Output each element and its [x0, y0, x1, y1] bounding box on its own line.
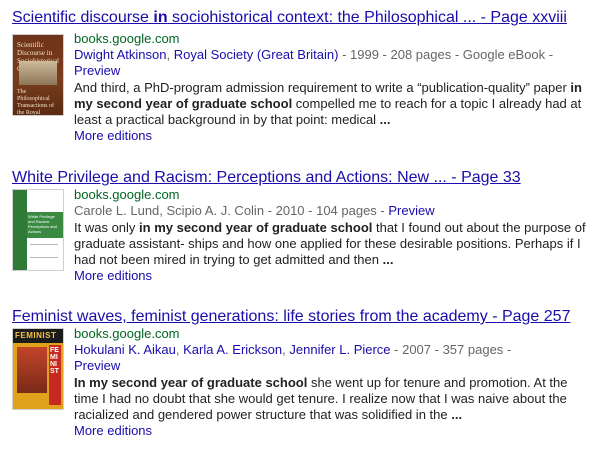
- author-link[interactable]: Karla A. Erickson: [183, 342, 282, 357]
- preview-link[interactable]: Preview: [74, 358, 120, 373]
- more-editions-link[interactable]: More editions: [74, 128, 590, 144]
- cover-image: [17, 347, 47, 393]
- more-editions-link[interactable]: More editions: [74, 423, 590, 439]
- preview-link[interactable]: Preview: [74, 63, 120, 78]
- author-link[interactable]: Royal Society (Great Britain): [174, 47, 339, 62]
- result-snippet: In my second year of graduate school she…: [74, 375, 568, 422]
- book-cover-thumbnail[interactable]: White Privilege and Racism: Perceptions …: [13, 190, 63, 270]
- book-cover-thumbnail[interactable]: Scientific Discourse in Sociohistorical …: [13, 35, 63, 115]
- result-title-link[interactable]: Feminist waves, feminist generations: li…: [12, 307, 570, 327]
- cover-rule: [30, 244, 58, 258]
- result-domain: books.google.com: [74, 326, 180, 341]
- result-domain: books.google.com: [74, 31, 180, 46]
- result-title-link[interactable]: Scientific discourse in sociohistorical …: [12, 8, 567, 28]
- author-link[interactable]: Jennifer L. Pierce: [289, 342, 390, 357]
- result-snippet: It was only in my second year of graduat…: [74, 220, 586, 267]
- search-result: Scientific discourse in sociohistorical …: [0, 8, 598, 158]
- cover-image: [19, 61, 57, 85]
- cover-title: FEMINIST: [15, 331, 57, 340]
- author-link[interactable]: Dwight Atkinson: [74, 47, 167, 62]
- preview-link[interactable]: Preview: [388, 203, 434, 218]
- result-meta: Carole L. Lund, Scipio A. J. Colin - 201…: [74, 203, 435, 218]
- search-result: White Privilege and Racism: Perceptions …: [0, 168, 598, 298]
- author-link[interactable]: Hokulani K. Aikau: [74, 342, 176, 357]
- cover-spine: [13, 190, 27, 270]
- result-title-link[interactable]: White Privilege and Racism: Perceptions …: [12, 168, 521, 188]
- cover-side-title: FEMINIST: [50, 347, 59, 375]
- result-meta: Dwight Atkinson, Royal Society (Great Br…: [74, 47, 554, 62]
- book-cover-thumbnail[interactable]: FEMINIST FEMINIST: [13, 329, 63, 409]
- more-editions-link[interactable]: More editions: [74, 268, 590, 284]
- cover-title: White Privilege and Racism: Perceptions …: [28, 214, 57, 234]
- cover-subtitle: The Philosophical Transactions of the Ro…: [17, 89, 54, 115]
- result-domain: books.google.com: [74, 187, 180, 202]
- result-meta: Hokulani K. Aikau, Karla A. Erickson, Je…: [74, 342, 512, 357]
- result-snippet: And third, a PhD-program admission requi…: [74, 80, 582, 127]
- search-result: Feminist waves, feminist generations: li…: [0, 307, 598, 457]
